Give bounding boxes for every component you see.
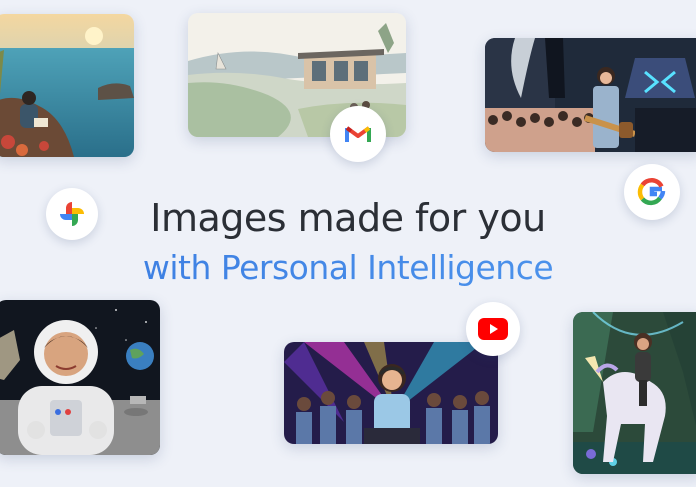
astronaut-image	[0, 300, 160, 455]
reading-on-rocks-image	[0, 14, 134, 157]
concert-guitarist-image	[485, 38, 696, 152]
headline-line-1: Images made for you	[150, 196, 546, 240]
unicorn-rider-image	[573, 312, 696, 474]
headline-line-2: with Personal Intelligence	[0, 248, 696, 287]
youtube-icon	[466, 302, 520, 356]
dj-party-image	[284, 342, 498, 444]
gmail-icon	[330, 106, 386, 162]
